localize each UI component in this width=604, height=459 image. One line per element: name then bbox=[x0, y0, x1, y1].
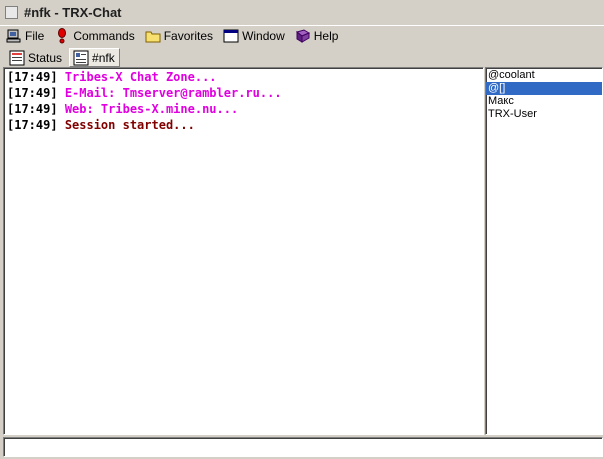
menu-file-label: File bbox=[25, 29, 45, 43]
menu-favorites[interactable]: Favorites bbox=[145, 28, 213, 44]
app-window: #nfk - TRX-Chat File Commands Favorites … bbox=[0, 0, 604, 459]
chat-timestamp: [17:49] bbox=[7, 86, 58, 100]
chat-message: Tribes-X Chat Zone... bbox=[64, 70, 217, 84]
tab-channel-label: #nfk bbox=[92, 50, 115, 65]
menu-window-label: Window bbox=[242, 29, 285, 43]
window-title: #nfk - TRX-Chat bbox=[24, 4, 122, 20]
chat-log[interactable]: [17:49] Tribes-X Chat Zone... [17:49] E-… bbox=[3, 67, 484, 435]
window-tab-bar: Status #nfk bbox=[0, 47, 604, 67]
menu-help[interactable]: Help bbox=[295, 28, 339, 44]
menu-bar: File Commands Favorites Window Help bbox=[0, 25, 604, 46]
exclamation-icon bbox=[54, 28, 70, 44]
book-icon bbox=[295, 28, 311, 44]
channel-icon bbox=[73, 50, 89, 66]
chat-line: [17:49] Session started... bbox=[7, 117, 483, 133]
title-bar: #nfk - TRX-Chat bbox=[0, 0, 604, 24]
menu-commands-label: Commands bbox=[73, 29, 135, 43]
chat-message: Session started... bbox=[64, 118, 195, 132]
chat-line: [17:49] Web: Tribes-X.mine.nu... bbox=[7, 101, 483, 117]
tab-status[interactable]: Status bbox=[5, 48, 67, 67]
chat-timestamp: [17:49] bbox=[7, 102, 58, 116]
menu-file[interactable]: File bbox=[6, 28, 44, 44]
user-list-item[interactable]: Макс bbox=[486, 95, 602, 108]
menu-help-label: Help bbox=[313, 29, 339, 43]
user-list-item[interactable]: @[] bbox=[486, 82, 602, 95]
chat-message: E-Mail: Tmserver@rambler.ru... bbox=[64, 86, 282, 100]
chat-line: [17:49] Tribes-X Chat Zone... bbox=[7, 69, 483, 85]
computer-icon bbox=[6, 28, 22, 44]
user-list[interactable]: @coolant @[] Макс TRX-User bbox=[485, 67, 603, 435]
chat-timestamp: [17:49] bbox=[7, 70, 58, 84]
window-icon bbox=[223, 28, 239, 44]
tab-channel-nfk[interactable]: #nfk bbox=[69, 48, 120, 67]
user-list-item[interactable]: @coolant bbox=[486, 69, 602, 82]
message-input[interactable] bbox=[4, 438, 602, 456]
user-list-item[interactable]: TRX-User bbox=[486, 108, 602, 121]
chat-line: [17:49] E-Mail: Tmserver@rambler.ru... bbox=[7, 85, 483, 101]
message-input-box bbox=[3, 437, 603, 457]
folder-icon bbox=[145, 28, 161, 44]
menu-favorites-label: Favorites bbox=[163, 29, 214, 43]
tab-status-label: Status bbox=[28, 50, 63, 65]
menu-commands[interactable]: Commands bbox=[54, 28, 135, 44]
status-icon bbox=[9, 50, 25, 66]
app-icon bbox=[5, 5, 18, 19]
menu-window[interactable]: Window bbox=[223, 28, 285, 44]
chat-message: Web: Tribes-X.mine.nu... bbox=[64, 102, 239, 116]
chat-timestamp: [17:49] bbox=[7, 118, 58, 132]
